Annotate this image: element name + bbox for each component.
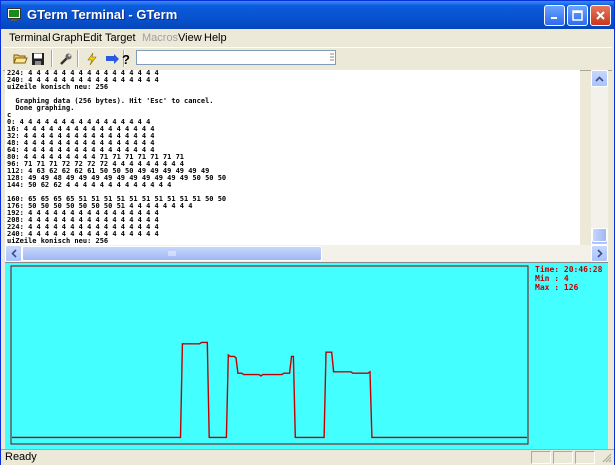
help-button[interactable]: ? [117, 50, 135, 67]
menu-target[interactable]: Target [105, 32, 136, 44]
graph-time-label: Time: 20:46:28 [535, 265, 603, 274]
maximize-button[interactable] [567, 5, 588, 26]
minimize-button[interactable] [544, 5, 565, 26]
grip-lines-icon [168, 251, 176, 256]
graph-min-label: Min : 4 [535, 274, 569, 283]
title-bar[interactable]: GTerm Terminal - GTerm [1, 1, 614, 29]
save-icon [32, 52, 44, 65]
status-panel [531, 451, 551, 464]
close-button[interactable] [590, 5, 611, 26]
menu-view[interactable]: View [178, 32, 202, 44]
terminal-line: Done graphing. [7, 104, 75, 112]
scroll-left-button[interactable] [5, 245, 22, 262]
svg-text:?: ? [122, 52, 130, 66]
terminal-output[interactable]: 224: 4 4 4 4 4 4 4 4 4 4 4 4 4 4 4 4 240:… [5, 70, 580, 245]
lightning-icon [87, 52, 97, 65]
menu-terminal[interactable]: Terminal [9, 32, 51, 44]
vertical-scrollbar[interactable] [591, 70, 608, 245]
save-button[interactable] [29, 50, 47, 67]
scroll-up-button[interactable] [591, 70, 608, 87]
connect-button[interactable] [83, 50, 101, 67]
terminal-line: uiZeile konisch neu: 256 [7, 83, 109, 91]
maximize-icon [572, 10, 583, 21]
settings-button[interactable] [57, 50, 75, 67]
menu-bar: Terminal Graph Edit Target Macros View H… [1, 29, 614, 47]
wrench-icon [60, 53, 72, 65]
open-folder-icon [12, 54, 28, 64]
terminal-app-icon [7, 8, 21, 21]
open-button[interactable] [11, 50, 29, 67]
graph-max-label: Max : 126 [535, 283, 579, 292]
terminal-line: 144: 50 62 62 4 4 4 4 4 4 4 4 4 4 4 4 4 [7, 181, 172, 189]
chevron-left-icon [10, 249, 17, 258]
graph-panel: Time: 20:46:28 Min : 4 Max : 126 [5, 262, 608, 449]
toolbar-separator [77, 50, 79, 67]
menu-help[interactable]: Help [204, 32, 227, 44]
command-input[interactable] [136, 50, 336, 65]
help-icon: ? [122, 52, 130, 66]
chevron-right-icon [596, 249, 603, 258]
toolbar: ? [3, 47, 612, 71]
app-window: GTerm Terminal - GTerm Terminal Graph Ed… [0, 0, 615, 465]
status-panel [575, 451, 595, 464]
status-bar: Ready [1, 449, 614, 465]
close-icon [596, 11, 605, 20]
menu-graph[interactable]: Graph [52, 32, 83, 44]
input-resize-grip-icon[interactable] [329, 52, 335, 64]
status-text: Ready [5, 451, 37, 463]
status-panel [553, 451, 573, 464]
menu-macros[interactable]: Macros [142, 32, 178, 44]
horizontal-scroll-thumb[interactable] [22, 246, 322, 261]
scroll-right-button[interactable] [591, 245, 608, 262]
terminal-line: uiZeile konisch neu: 256 [7, 237, 109, 245]
graph-chart [10, 265, 529, 445]
chevron-up-icon [595, 75, 604, 82]
vertical-scroll-thumb[interactable] [592, 228, 607, 242]
graph-data-line [12, 341, 527, 439]
toolbar-separator [51, 50, 53, 67]
resize-grip-icon[interactable] [601, 452, 612, 463]
menu-edit[interactable]: Edit [83, 32, 102, 44]
window-title: GTerm Terminal - GTerm [27, 7, 178, 22]
graph-plot-frame [10, 265, 529, 445]
minimize-icon [551, 17, 557, 19]
